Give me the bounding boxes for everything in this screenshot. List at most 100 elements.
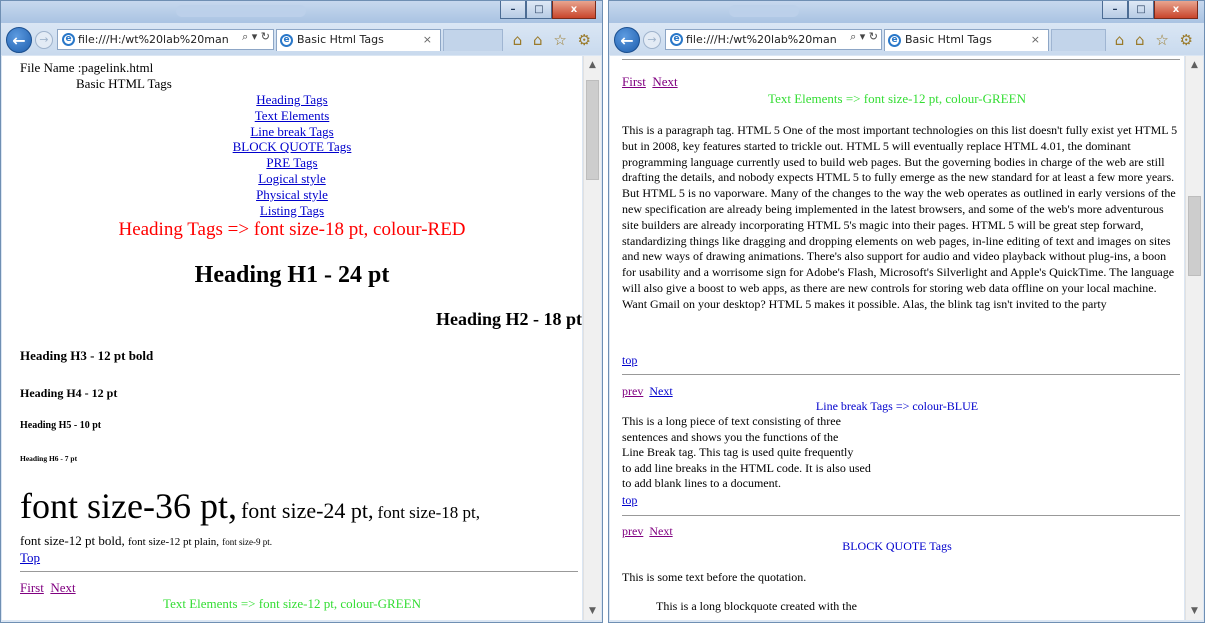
nav-link-pre[interactable]: PRE Tags xyxy=(266,155,317,170)
tab-title: Basic Html Tags xyxy=(905,33,992,46)
maximize-button[interactable]: □ xyxy=(526,1,552,19)
line-break-text: This is a long piece of text consisting … xyxy=(622,414,871,492)
line-break-line: This is a long piece of text consisting … xyxy=(622,414,841,428)
font-size-24: font size-24 pt, xyxy=(240,498,374,523)
ie-tab-icon: e xyxy=(888,34,901,47)
close-window-button[interactable]: x xyxy=(1154,1,1198,19)
address-controls[interactable]: ⌕ ▾ ↻ xyxy=(242,30,270,44)
nav-link-physical-style[interactable]: Physical style xyxy=(256,187,328,202)
address-controls[interactable]: ⌕ ▾ ↻ xyxy=(850,30,878,44)
new-tab-button[interactable] xyxy=(443,29,503,51)
back-button[interactable]: ← xyxy=(6,27,32,53)
browser-window-right: – □ x ← → e file:///H:/wt%20lab%20man ⌕ … xyxy=(608,0,1205,623)
next-link[interactable]: Next xyxy=(649,384,672,398)
line-break-line: Line Break tag. This tag is used quite f… xyxy=(622,445,854,459)
next-link[interactable]: Next xyxy=(649,524,672,538)
forward-button[interactable]: → xyxy=(643,31,661,49)
browser-toolbar: ← → e file:///H:/wt%20lab%20man ⌕ ▾ ↻ e … xyxy=(609,23,1204,55)
divider xyxy=(20,571,578,572)
top-link[interactable]: Top xyxy=(20,550,40,566)
font-sizes-line: font size-36 pt, font size-24 pt, font s… xyxy=(20,486,480,534)
tab-basic-html-tags[interactable]: e Basic Html Tags × xyxy=(884,29,1049,51)
next-link[interactable]: Next xyxy=(50,580,75,595)
scroll-thumb[interactable] xyxy=(586,80,599,180)
page-content-left: File Name :pagelink.html Basic HTML Tags… xyxy=(2,56,582,620)
window-title-blur xyxy=(729,5,799,17)
font-size-12-plain: font size-12 pt plain, xyxy=(127,536,220,548)
first-link[interactable]: First xyxy=(20,580,44,595)
ie-tab-icon: e xyxy=(280,34,293,47)
nav-link-blockquote[interactable]: BLOCK QUOTE Tags xyxy=(233,139,352,154)
toolbar-icons[interactable]: ⌂ ⌂ ☆ ⚙ xyxy=(1115,31,1196,49)
address-bar[interactable]: e file:///H:/wt%20lab%20man ⌕ ▾ ↻ xyxy=(665,29,882,50)
browser-toolbar: ← → e file:///H:/wt%20lab%20man ⌕ ▾ ↻ e … xyxy=(1,23,602,55)
heading-h5: Heading H5 - 10 pt xyxy=(20,420,102,431)
nav-links: Heading Tags Text Elements Line break Ta… xyxy=(2,92,582,218)
heading-h3: Heading H3 - 12 pt bold xyxy=(20,348,154,363)
maximize-button[interactable]: □ xyxy=(1128,1,1154,19)
nav-link-heading-tags[interactable]: Heading Tags xyxy=(256,92,327,107)
scroll-down-icon[interactable]: ▼ xyxy=(584,602,601,620)
address-text: file:///H:/wt%20lab%20man xyxy=(686,33,837,46)
font-size-18: font size-18 pt, xyxy=(377,503,480,522)
font-size-12-bold: font size-12 pt bold, xyxy=(20,533,125,548)
scroll-up-icon[interactable]: ▲ xyxy=(584,56,601,74)
ie-page-icon: e xyxy=(62,33,75,46)
window-controls: – □ x xyxy=(500,1,596,21)
line-break-title: Line break Tags => colour-BLUE xyxy=(815,399,979,413)
address-text: file:///H:/wt%20lab%20man xyxy=(78,33,229,46)
toolbar-icons[interactable]: ⌂ ⌂ ☆ ⚙ xyxy=(513,31,594,49)
tab-close-icon[interactable]: × xyxy=(423,30,432,50)
minimize-button[interactable]: – xyxy=(500,1,526,19)
first-link[interactable]: First xyxy=(622,74,646,89)
top-link-2[interactable]: top xyxy=(622,493,637,508)
address-bar[interactable]: e file:///H:/wt%20lab%20man ⌕ ▾ ↻ xyxy=(57,29,274,50)
nav-link-text-elements[interactable]: Text Elements xyxy=(255,108,330,123)
font-size-36: font size-36 pt, xyxy=(20,486,237,526)
divider xyxy=(622,374,1180,375)
scroll-up-icon[interactable]: ▲ xyxy=(1186,56,1203,74)
font-size-9: font size-9 pt. xyxy=(222,537,273,547)
heading-tags-title: Heading Tags => font size-18 pt, colour-… xyxy=(118,219,466,240)
window-controls: – □ x xyxy=(1102,1,1198,21)
line-break-line: to add line breaks in the HTML code. It … xyxy=(622,460,871,475)
scroll-thumb[interactable] xyxy=(1188,196,1201,276)
close-window-button[interactable]: x xyxy=(552,1,596,19)
before-quote-text: This is some text before the quotation. xyxy=(622,570,807,584)
top-link[interactable]: top xyxy=(622,353,637,368)
prev-link[interactable]: prev xyxy=(622,524,643,538)
font-sizes-line-2: font size-12 pt bold, font size-12 pt pl… xyxy=(20,533,272,549)
tab-close-icon[interactable]: × xyxy=(1031,30,1040,50)
nav-first-next: First Next xyxy=(20,580,76,596)
paragraph-text: This is a paragraph tag. HTML 5 One of t… xyxy=(622,123,1178,311)
title-bar: – □ x xyxy=(609,1,1204,23)
prev-link[interactable]: prev xyxy=(622,384,643,398)
title-bar: – □ x xyxy=(1,1,602,23)
heading-h4: Heading H4 - 12 pt xyxy=(20,386,118,400)
heading-h1: Heading H1 - 24 pt xyxy=(194,262,390,288)
browser-window-left: – □ x ← → e file:///H:/wt%20lab%20man ⌕ … xyxy=(0,0,603,623)
next-link[interactable]: Next xyxy=(652,74,677,89)
back-button[interactable]: ← xyxy=(614,27,640,53)
divider-top xyxy=(622,59,1180,60)
page-heading: Basic HTML Tags xyxy=(76,76,172,91)
line-break-line: sentences and shows you the functions of… xyxy=(622,429,839,444)
scroll-down-icon[interactable]: ▼ xyxy=(1186,602,1203,620)
nav-link-logical-style[interactable]: Logical style xyxy=(258,171,326,186)
nav-link-listing-tags[interactable]: Listing Tags xyxy=(260,203,324,218)
line-break-line: to add blank lines to a document. xyxy=(622,476,781,490)
forward-button[interactable]: → xyxy=(35,31,53,49)
heading-h2: Heading H2 - 18 pt xyxy=(435,309,582,329)
ie-page-icon: e xyxy=(670,33,683,46)
nav-link-line-break[interactable]: Line break Tags xyxy=(250,124,333,139)
text-elements-title: Text Elements => font size-12 pt, colour… xyxy=(768,91,1026,106)
minimize-button[interactable]: – xyxy=(1102,1,1128,19)
vertical-scrollbar[interactable]: ▲ ▼ xyxy=(1185,56,1203,620)
tab-basic-html-tags[interactable]: e Basic Html Tags × xyxy=(276,29,441,51)
window-title-blur xyxy=(176,5,306,17)
divider-2 xyxy=(622,515,1180,516)
page-content-right: First Next Text Elements => font size-12… xyxy=(610,56,1184,620)
blockquote-text: This is a long blockquote created with t… xyxy=(656,599,857,613)
new-tab-button[interactable] xyxy=(1051,29,1106,51)
vertical-scrollbar[interactable]: ▲ ▼ xyxy=(583,56,601,620)
